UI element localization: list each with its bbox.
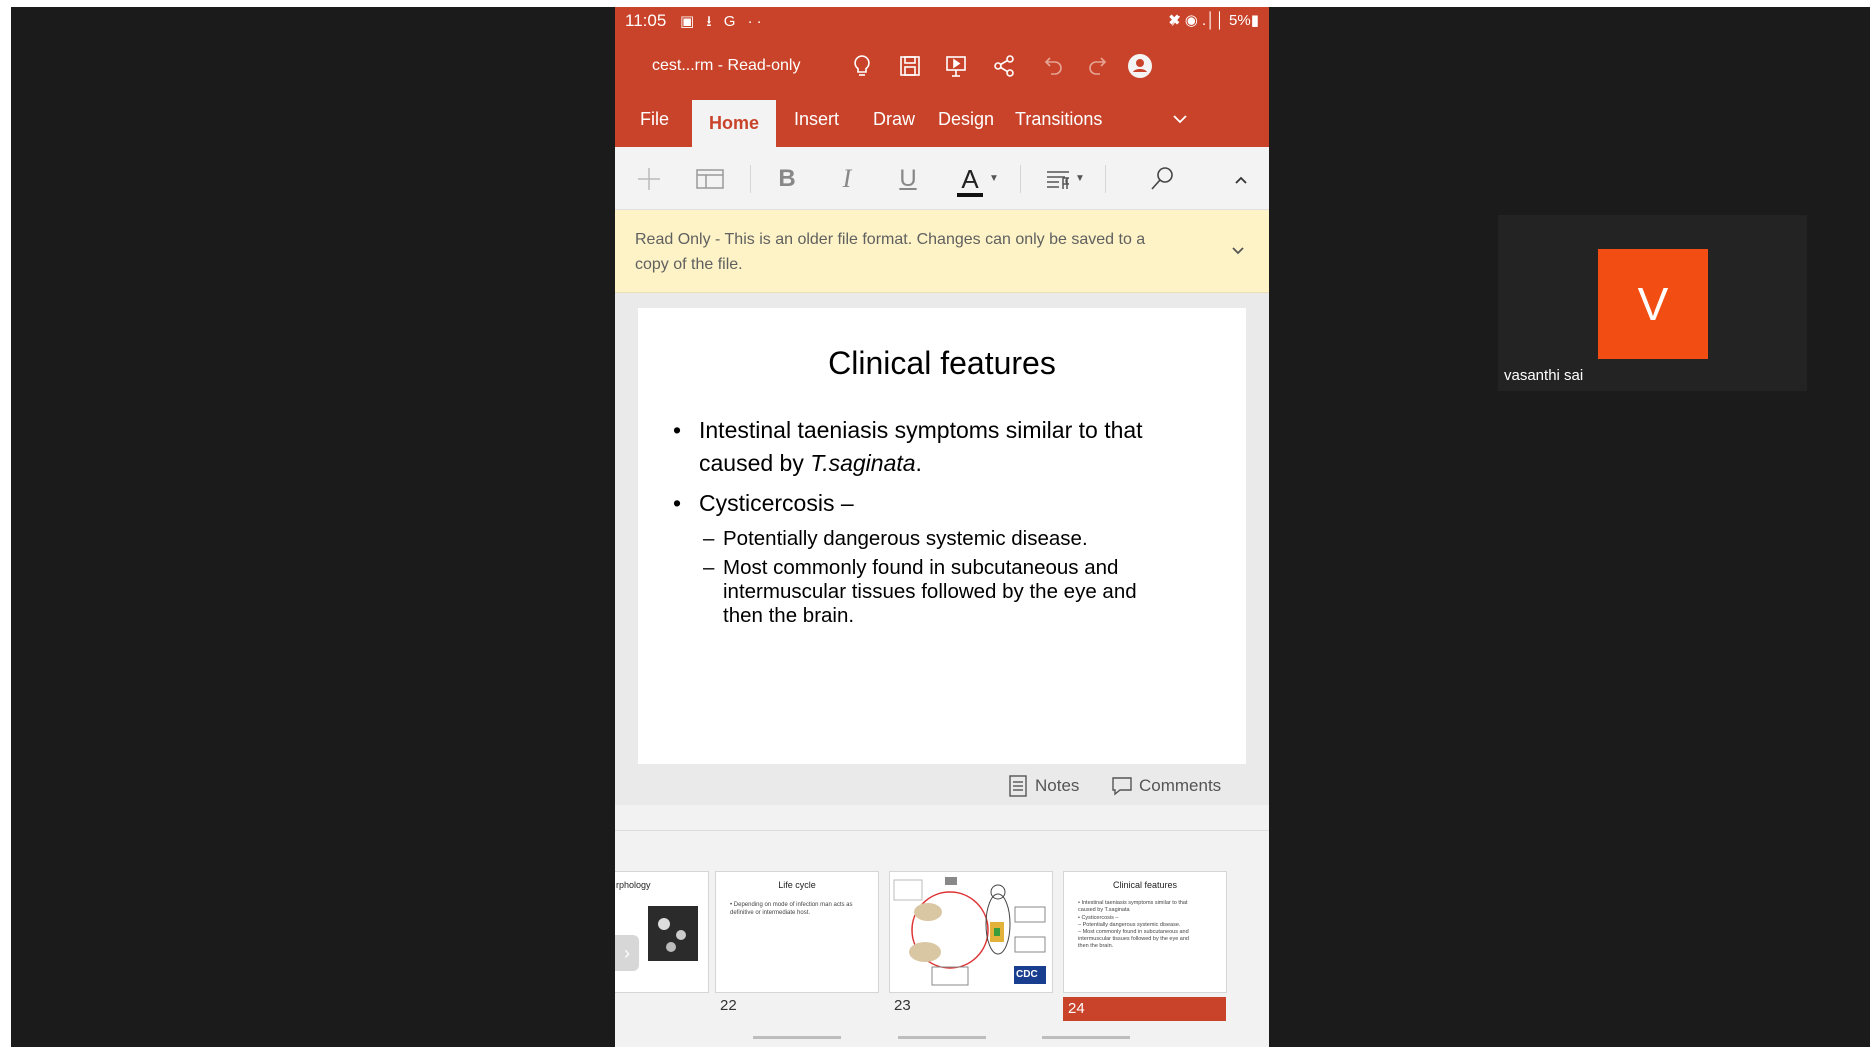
thumbnail-number-active: 24 — [1063, 997, 1226, 1021]
thumbnail-number: 22 — [720, 997, 737, 1014]
ribbon-separator — [1105, 165, 1106, 193]
window-left-edge — [0, 0, 11, 1047]
participant-name: vasanthi sai — [1504, 367, 1584, 384]
status-bar: 11:05 ▣ ⭳ G ·· ✖̷ ◉ .││ 5%▮ — [615, 7, 1269, 37]
save-icon[interactable] — [895, 51, 925, 81]
ribbon-separator — [750, 165, 751, 193]
thumbnail-text: then the brain. — [1078, 943, 1114, 949]
nav-indicator — [1042, 1036, 1130, 1039]
layout-icon[interactable] — [693, 163, 727, 195]
notice-text: Read Only - This is an older file format… — [635, 231, 1146, 273]
bullet-text-prefix: caused by — [699, 450, 811, 476]
ribbon-commands: B I U A ▼ ▼ — [615, 147, 1269, 210]
notes-label: Notes — [1035, 776, 1080, 795]
thumbnail-micrograph — [648, 906, 698, 961]
notes-comments-bar: Notes Comments — [615, 768, 1269, 804]
species-name: T.saginata — [810, 450, 916, 476]
current-slide[interactable]: Clinical features • Intestinal taeniasis… — [638, 308, 1246, 764]
tab-file[interactable]: File — [623, 92, 686, 147]
slide-thumbnail-active[interactable]: Clinical features • Intestinal taeniasis… — [1063, 871, 1227, 993]
paragraph-dropdown-icon[interactable]: ▼ — [1073, 163, 1087, 195]
thumbnail-text: • Depending on mode of infection man act… — [730, 902, 853, 908]
thumbnail-text: • Intestinal taeniasis symptoms similar … — [1078, 900, 1188, 906]
font-color-dropdown-icon[interactable]: ▼ — [987, 163, 1001, 195]
nav-indicator — [898, 1036, 986, 1039]
bullet-dot: • — [673, 490, 682, 516]
avatar: V — [1598, 249, 1708, 359]
thumbnail-title: rphology — [616, 880, 651, 890]
redo-icon[interactable] — [1084, 51, 1114, 81]
bullet-dot: • — [673, 417, 682, 443]
new-slide-icon[interactable] — [632, 163, 666, 195]
notes-icon — [1009, 775, 1027, 797]
thumbnail-title: Life cycle — [778, 880, 816, 890]
underline-button[interactable]: U — [891, 163, 925, 195]
thumbnail-text: – Potentially dangerous systemic disease… — [1078, 922, 1181, 928]
window-top-edge — [0, 0, 1870, 7]
thumbnail-text: caused by T.saginata — [1078, 907, 1130, 913]
chevron-right-icon[interactable]: › — [615, 935, 639, 971]
lightbulb-icon[interactable] — [847, 51, 877, 81]
paragraph-icon[interactable] — [1043, 163, 1077, 195]
chevron-down-icon[interactable] — [1227, 240, 1249, 262]
tab-home[interactable]: Home — [692, 100, 777, 147]
nav-indicator — [753, 1036, 841, 1039]
collapse-ribbon-icon[interactable] — [1224, 163, 1247, 195]
present-icon[interactable] — [941, 51, 971, 81]
comment-icon — [1112, 777, 1132, 796]
phone-screen: 11:05 ▣ ⭳ G ·· ✖̷ ◉ .││ 5%▮ cest...rm - … — [615, 7, 1269, 1047]
undo-icon[interactable] — [1037, 51, 1067, 81]
thumbnail-text: – Most commonly found in subcutaneous an… — [1078, 929, 1189, 935]
title-bar: cest...rm - Read-only — [615, 37, 1269, 92]
cdc-logo: CDC — [1016, 969, 1038, 980]
account-icon[interactable] — [1125, 51, 1155, 81]
slide-thumbnail[interactable]: rphology — [615, 871, 709, 993]
document-title: cest...rm - Read-only — [652, 57, 801, 74]
slide-canvas-area: Clinical features • Intestinal taeniasis… — [615, 293, 1269, 805]
read-only-notice: Read Only - This is an older file format… — [615, 210, 1269, 293]
bullet-text: Intestinal taeniasis symptoms similar to… — [699, 417, 1143, 443]
thumbnail-number: 23 — [894, 997, 911, 1014]
bullet-text: caused by T.saginata. — [699, 447, 922, 480]
system-status-icons: ✖̷ ◉ .││ 5%▮ — [1167, 12, 1259, 29]
font-color-swatch — [957, 193, 983, 197]
chevron-down-icon[interactable] — [1169, 108, 1191, 130]
sub-bullet-text: Potentially dangerous systemic disease. — [723, 527, 1088, 550]
font-color-button[interactable]: A — [955, 163, 985, 197]
status-time: 11:05 — [625, 11, 667, 30]
thumbnail-title: Clinical features — [1112, 880, 1178, 890]
tab-transitions[interactable]: Transitions — [998, 92, 1119, 147]
share-icon[interactable] — [989, 51, 1019, 81]
ribbon-separator — [1020, 165, 1021, 193]
ribbon-tabs: File Home Insert Draw Design Transitions — [615, 92, 1269, 147]
sub-bullet-text: then the brain. — [723, 604, 855, 627]
sub-bullet-dash: – — [703, 556, 715, 579]
search-icon[interactable] — [1145, 163, 1179, 195]
slide-title: Clinical features — [828, 345, 1056, 381]
thumbnail-text: definitive or intermediate host. — [730, 910, 811, 916]
bullet-text-suffix: . — [915, 450, 922, 476]
italic-button[interactable]: I — [830, 163, 864, 195]
comments-label: Comments — [1139, 776, 1222, 795]
slide-thumbnail[interactable]: Life cycle • Depending on mode of infect… — [715, 871, 879, 993]
participant-tile[interactable]: V vasanthi sai — [1498, 215, 1807, 391]
slide-thumbnail-strip: rphology Life cycle • Depending on mode … — [615, 830, 1269, 1047]
sub-bullet-dash: – — [703, 527, 715, 550]
bullet-text: Cysticercosis – — [699, 490, 854, 516]
slide-thumbnail[interactable]: CDC — [889, 871, 1053, 993]
bold-button[interactable]: B — [770, 163, 804, 195]
notification-icons: ▣ ⭳ G ·· — [680, 13, 766, 30]
font-color-letter: A — [961, 164, 979, 194]
thumbnail-text: intermuscular tissues followed by the ey… — [1078, 936, 1189, 942]
tab-insert[interactable]: Insert — [777, 92, 856, 147]
thumbnail-text: • Cysticercosis – — [1078, 915, 1119, 921]
